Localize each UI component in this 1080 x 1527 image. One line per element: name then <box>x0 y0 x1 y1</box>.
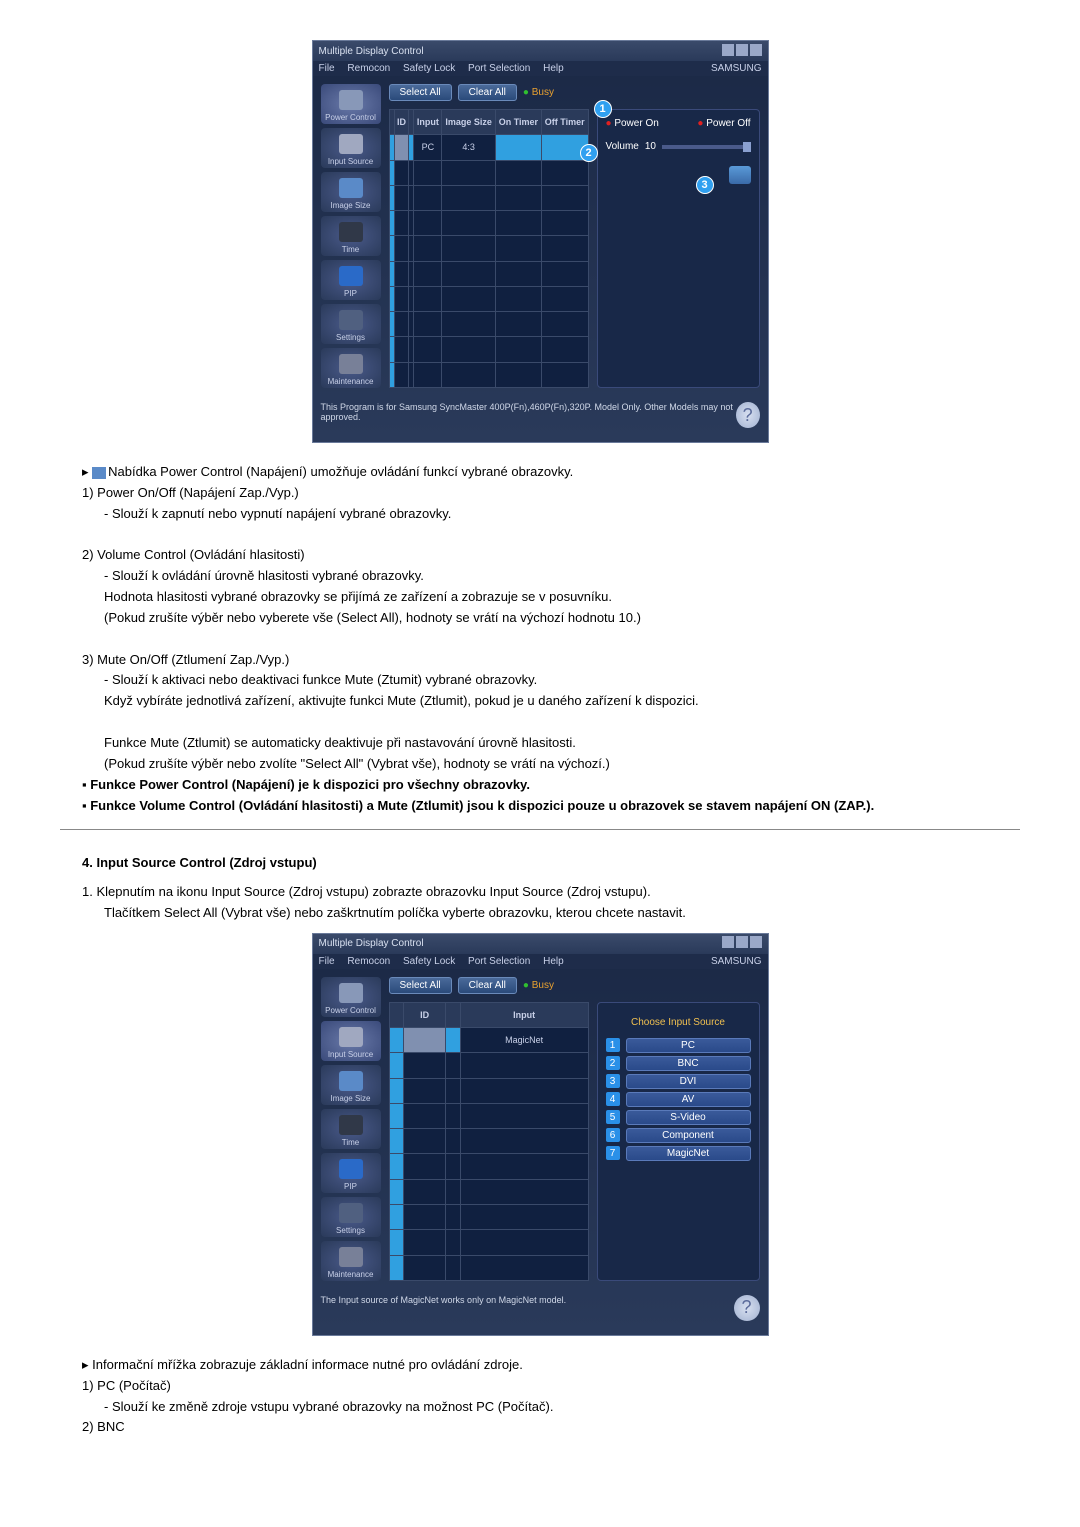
menu-safety[interactable]: Safety Lock <box>403 956 455 967</box>
maintenance-icon <box>339 1247 363 1267</box>
power-mini-icon <box>92 467 106 479</box>
image-icon <box>339 178 363 198</box>
sidebar-item-image[interactable]: Image Size <box>321 172 381 212</box>
doc-text-2: Informační mřížka zobrazuje základní inf… <box>60 1356 1020 1437</box>
help-icon[interactable]: ? <box>734 1295 760 1321</box>
settings-icon <box>339 310 363 330</box>
sidebar-item-input[interactable]: Input Source <box>321 128 381 168</box>
select-all-button[interactable]: Select All <box>389 84 452 101</box>
clear-all-button[interactable]: Clear All <box>458 84 517 101</box>
power-icon <box>339 983 363 1003</box>
menu-port[interactable]: Port Selection <box>468 956 530 967</box>
sidebar: Power Control Input Source Image Size Ti… <box>321 84 381 388</box>
sidebar-item-maintenance[interactable]: Maintenance <box>321 1241 381 1281</box>
busy-indicator: Busy <box>523 87 554 98</box>
footer-text: This Program is for Samsung SyncMaster 4… <box>321 402 736 422</box>
sidebar-item-settings[interactable]: Settings <box>321 304 381 344</box>
menu-safety[interactable]: Safety Lock <box>403 63 455 74</box>
display-grid[interactable]: ID Input MagicNet <box>389 1002 589 1281</box>
menu-file[interactable]: File <box>319 956 335 967</box>
sidebar-item-image[interactable]: Image Size <box>321 1065 381 1105</box>
power-panel: 1 Power On Power Off 2 Volume 10 3 <box>597 109 760 388</box>
image-icon <box>339 1071 363 1091</box>
source-svideo[interactable]: S-Video <box>626 1110 751 1125</box>
footer-text: The Input source of MagicNet works only … <box>321 1295 567 1305</box>
footer: The Input source of MagicNet works only … <box>313 1289 768 1335</box>
source-bnc[interactable]: BNC <box>626 1056 751 1071</box>
sidebar-item-pip[interactable]: PIP <box>321 1153 381 1193</box>
section-4-title: 4. Input Source Control (Zdroj vstupu) <box>60 854 1020 873</box>
display-grid[interactable]: ID Input Image Size On Timer Off Timer P… <box>389 109 589 388</box>
source-magicnet[interactable]: MagicNet <box>626 1146 751 1161</box>
source-pc[interactable]: PC <box>626 1038 751 1053</box>
maintenance-icon <box>339 354 363 374</box>
app-window-power: Multiple Display Control File Remocon Sa… <box>312 40 769 443</box>
sidebar-item-time[interactable]: Time <box>321 1109 381 1149</box>
callout-3: 3 <box>696 176 714 194</box>
source-av[interactable]: AV <box>626 1092 751 1107</box>
time-icon <box>339 1115 363 1135</box>
select-all-button[interactable]: Select All <box>389 977 452 994</box>
titlebar: Multiple Display Control <box>313 41 768 61</box>
input-icon <box>339 1027 363 1047</box>
sidebar-item-power[interactable]: Power Control <box>321 84 381 124</box>
input-icon <box>339 134 363 154</box>
callout-1: 1 <box>594 100 612 118</box>
doc-text: Nabídka Power Control (Napájení) umožňuj… <box>60 463 1020 923</box>
menu-port[interactable]: Port Selection <box>468 63 530 74</box>
window-title: Multiple Display Control <box>319 46 424 57</box>
busy-indicator: Busy <box>523 980 554 991</box>
sidebar-item-input[interactable]: Input Source <box>321 1021 381 1061</box>
menu-remocon[interactable]: Remocon <box>347 63 390 74</box>
input-source-panel: Choose Input Source 1PC 2BNC 3DVI 4AV 5S… <box>597 1002 760 1281</box>
mute-button[interactable] <box>729 166 751 184</box>
sidebar-item-time[interactable]: Time <box>321 216 381 256</box>
app-window-input: Multiple Display Control File Remocon Sa… <box>312 933 769 1336</box>
sidebar-item-settings[interactable]: Settings <box>321 1197 381 1237</box>
window-controls[interactable] <box>720 44 762 59</box>
clear-all-button[interactable]: Clear All <box>458 977 517 994</box>
titlebar: Multiple Display Control <box>313 934 768 954</box>
pip-icon <box>339 1159 363 1179</box>
callout-2: 2 <box>580 144 598 162</box>
sidebar: Power Control Input Source Image Size Ti… <box>321 977 381 1281</box>
sidebar-item-power[interactable]: Power Control <box>321 977 381 1017</box>
power-icon <box>339 90 363 110</box>
settings-icon <box>339 1203 363 1223</box>
power-off-radio[interactable]: Power Off <box>697 118 750 129</box>
panel-title: Choose Input Source <box>606 1017 751 1028</box>
volume-label: Volume <box>606 141 639 152</box>
brand-label: SAMSUNG <box>711 956 762 967</box>
window-controls[interactable] <box>720 936 762 951</box>
volume-value: 10 <box>645 141 656 152</box>
brand-label: SAMSUNG <box>711 63 762 74</box>
menubar: File Remocon Safety Lock Port Selection … <box>313 954 768 969</box>
source-dvi[interactable]: DVI <box>626 1074 751 1089</box>
sidebar-item-maintenance[interactable]: Maintenance <box>321 348 381 388</box>
menubar: File Remocon Safety Lock Port Selection … <box>313 61 768 76</box>
menu-help[interactable]: Help <box>543 956 564 967</box>
power-on-radio[interactable]: Power On <box>606 118 659 129</box>
help-icon[interactable]: ? <box>736 402 760 428</box>
window-title: Multiple Display Control <box>319 938 424 949</box>
menu-remocon[interactable]: Remocon <box>347 956 390 967</box>
time-icon <box>339 222 363 242</box>
menu-file[interactable]: File <box>319 63 335 74</box>
divider <box>60 829 1020 830</box>
source-component[interactable]: Component <box>626 1128 751 1143</box>
sidebar-item-pip[interactable]: PIP <box>321 260 381 300</box>
pip-icon <box>339 266 363 286</box>
footer: This Program is for Samsung SyncMaster 4… <box>313 396 768 442</box>
menu-help[interactable]: Help <box>543 63 564 74</box>
volume-slider[interactable] <box>662 145 751 149</box>
